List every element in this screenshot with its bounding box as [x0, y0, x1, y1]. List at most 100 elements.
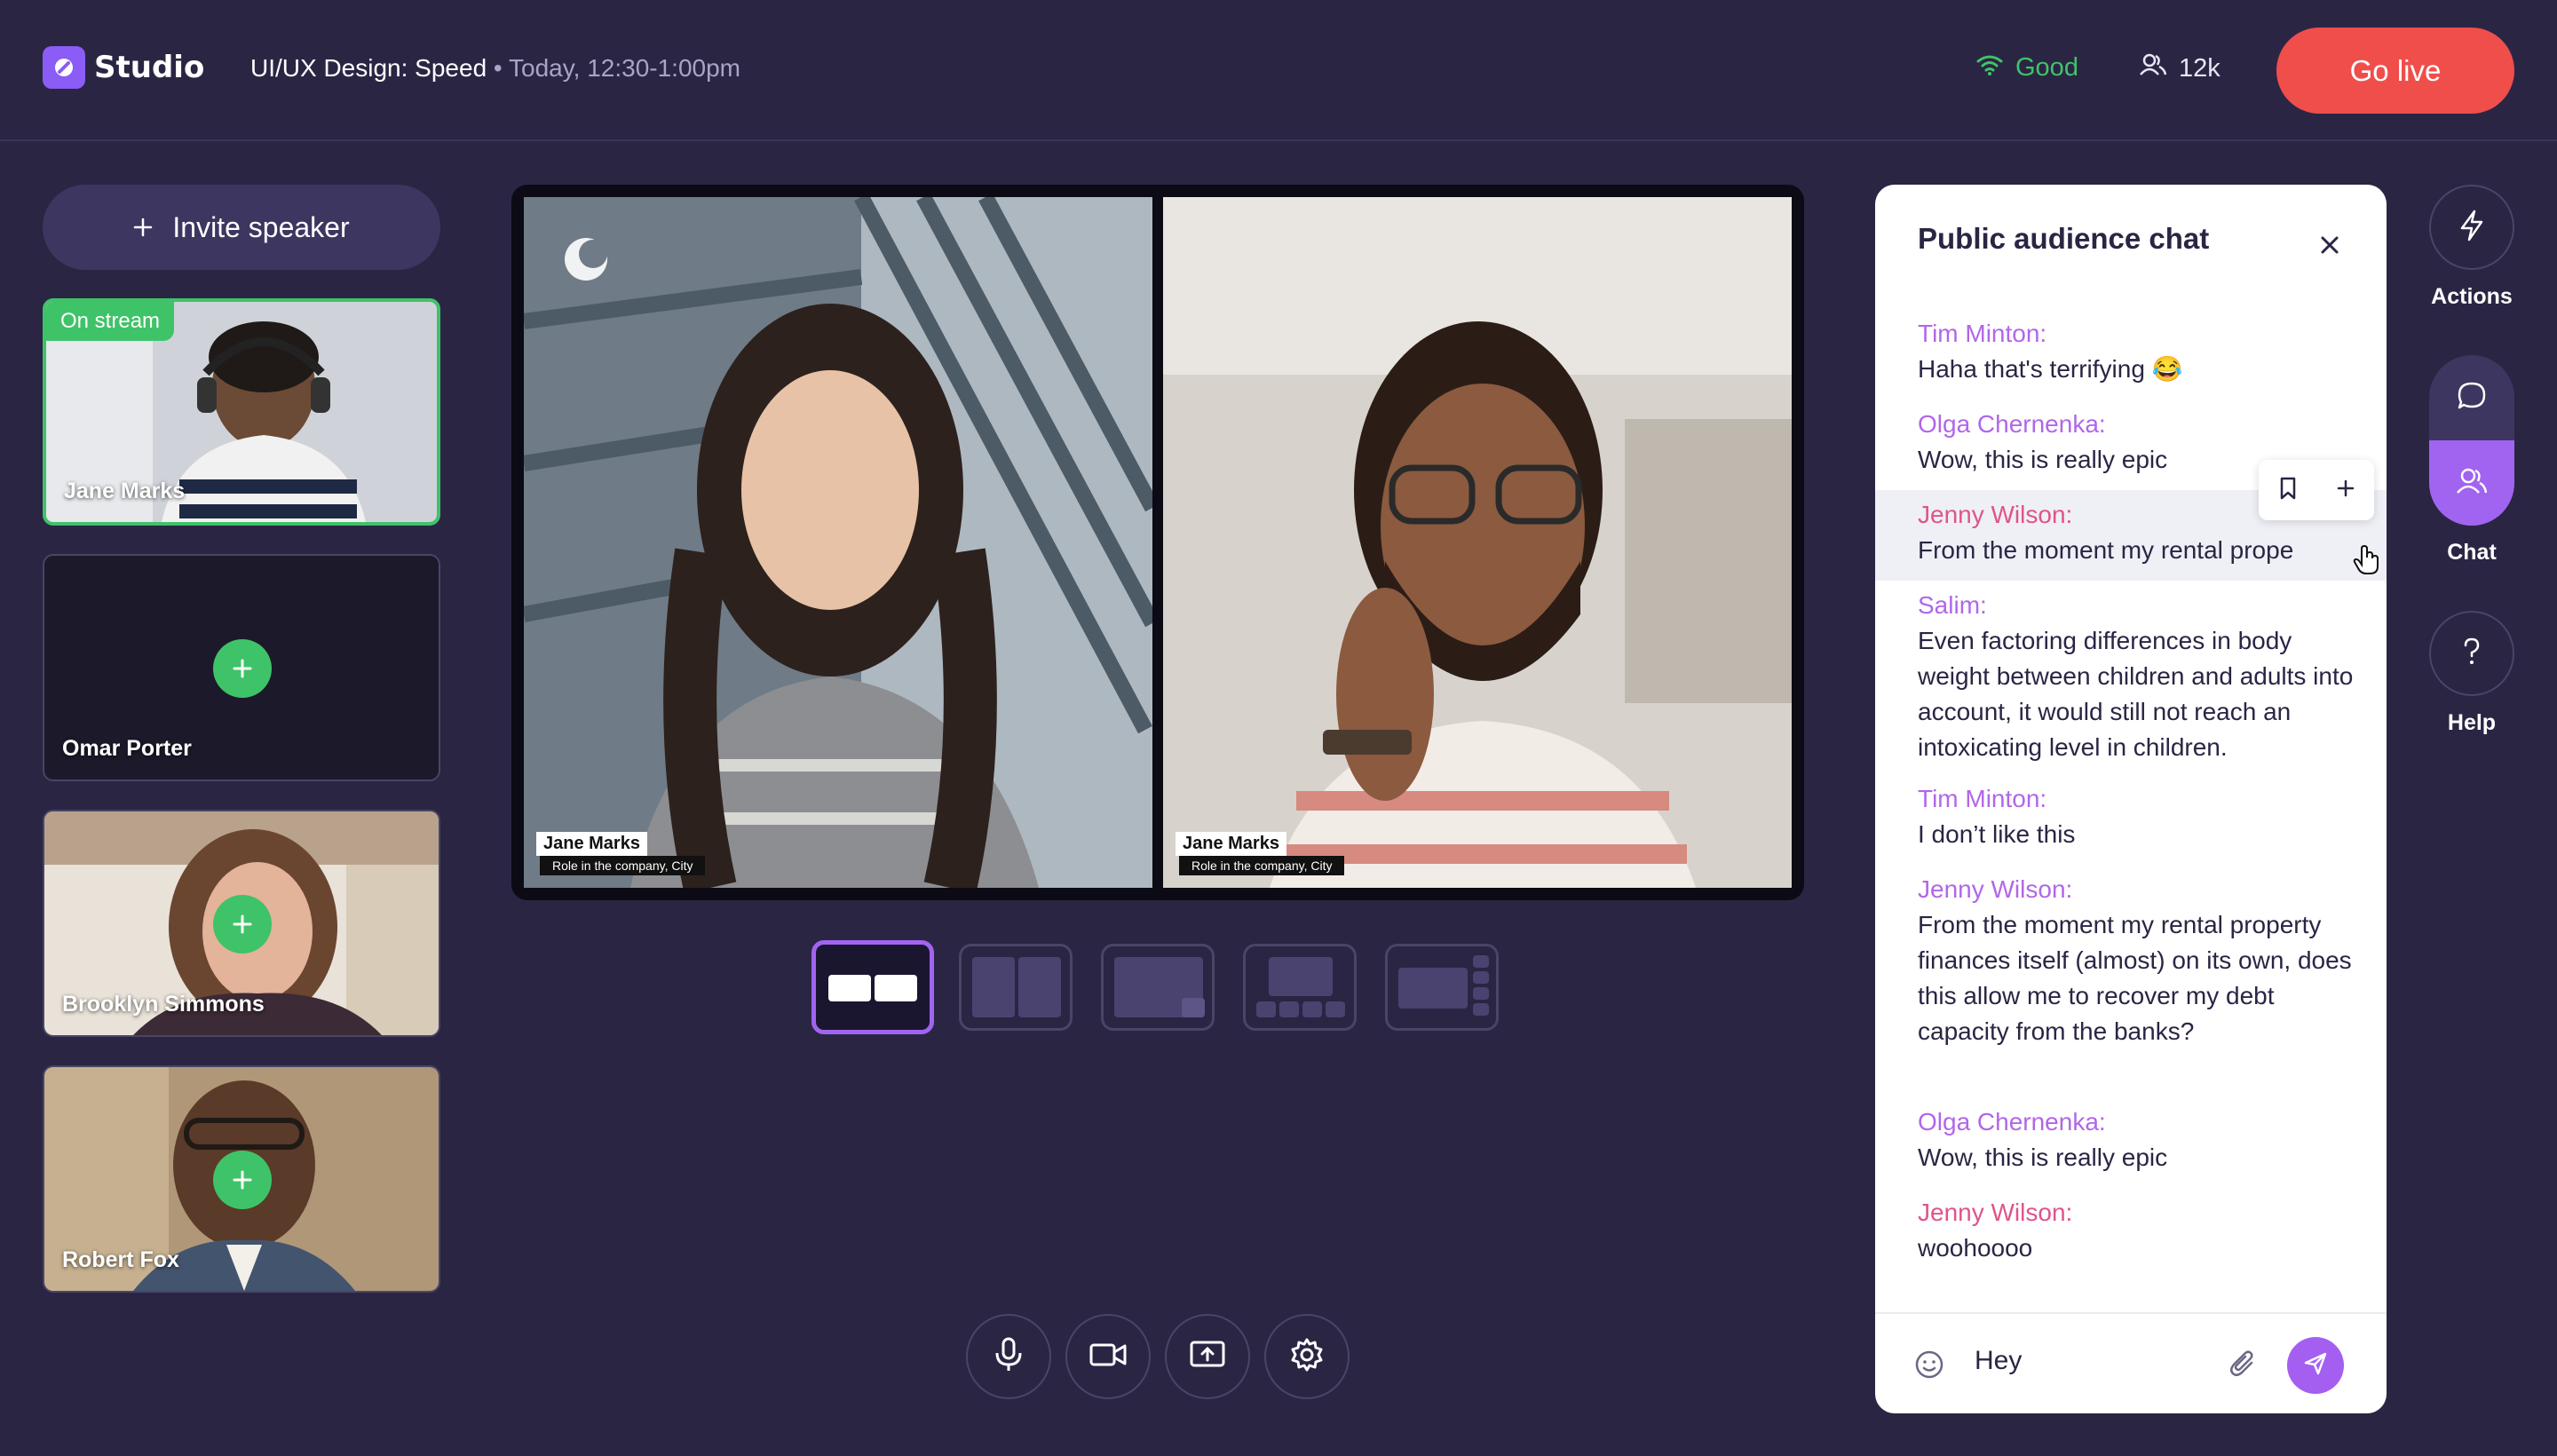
go-live-button[interactable]: Go live [2276, 28, 2514, 114]
message-text: From the moment my rental prope [1918, 536, 2294, 564]
layout-option-main-with-sidebar[interactable] [1385, 944, 1499, 1031]
microphone-icon [994, 1337, 1024, 1377]
chat-panel: Public audience chat Tim Minton: Haha th… [1875, 185, 2387, 1413]
chat-title: Public audience chat [1918, 222, 2210, 255]
message-text: Haha that's terrifying 😂 [1918, 355, 2183, 383]
send-icon [2303, 1351, 2328, 1381]
stage-tile-left: Jane Marks Role in the company, City [524, 197, 1152, 888]
message-author: Jenny Wilson: [1918, 1199, 2073, 1226]
speaker-name: Robert Fox [62, 1247, 179, 1272]
gear-icon [1289, 1337, 1325, 1377]
users-icon [2140, 53, 2167, 83]
layout-preview-block [972, 957, 1015, 1017]
speaker-card-omar-porter[interactable]: Omar Porter [43, 554, 440, 781]
share-screen-button[interactable] [1165, 1314, 1250, 1399]
add-to-stage-button[interactable] [213, 895, 272, 954]
chat-bubble-icon [2457, 381, 2487, 415]
message-text: I don’t like this [1918, 820, 2076, 848]
message-author: Olga Chernenka: [1918, 1108, 2106, 1136]
chat-message: Olga Chernenka: Wow, this is really epic [1918, 1104, 2362, 1175]
speaker-card-brooklyn-simmons[interactable]: Brooklyn Simmons [43, 810, 440, 1037]
viewer-count: 12k [2140, 53, 2221, 83]
chat-toggle-group [2429, 355, 2514, 526]
layout-preview-block [1473, 955, 1489, 968]
plus-icon[interactable] [2336, 479, 2355, 502]
help-button[interactable] [2429, 611, 2514, 696]
message-author: Tim Minton: [1918, 785, 2047, 812]
close-chat-button[interactable] [2312, 227, 2347, 263]
message-text: woohoooo [1918, 1234, 2033, 1262]
viewer-count-value: 12k [2179, 53, 2221, 83]
lower-third: Jane Marks Role in the company, City [536, 832, 706, 875]
layout-option-two-equal[interactable] [811, 940, 934, 1034]
layout-preview-block [1018, 957, 1061, 1017]
top-bar: Studio UI/UX Design: Speed • Today, 12:3… [0, 0, 2557, 141]
message-text: Even factoring differences in body weigh… [1918, 627, 2354, 761]
layout-option-main-with-strip[interactable] [1243, 944, 1357, 1031]
wifi-icon [1976, 53, 2003, 83]
question-mark-icon [2460, 637, 2483, 671]
layout-preview-block [1326, 1001, 1345, 1017]
layout-preview-block [1302, 1001, 1322, 1017]
layout-preview-block [1398, 968, 1468, 1009]
emoji-icon[interactable] [1914, 1349, 1944, 1384]
lower-third-name: Jane Marks [1176, 832, 1286, 856]
message-text: Wow, this is really epic [1918, 1143, 2168, 1171]
layout-option-split-tall[interactable] [959, 944, 1073, 1031]
speaker-card-robert-fox[interactable]: Robert Fox [43, 1065, 440, 1293]
speaker-name: Omar Porter [62, 736, 192, 761]
add-to-stage-button[interactable] [213, 1151, 272, 1209]
chat-message: Salim: Even factoring differences in bod… [1918, 588, 2362, 765]
session-name: UI/UX Design: Speed [250, 54, 487, 82]
layout-preview-block [1473, 1003, 1489, 1016]
session-title: UI/UX Design: Speed • Today, 12:30-1:00p… [250, 54, 740, 83]
close-icon [2312, 236, 2347, 266]
chat-message: Tim Minton: I don’t like this [1918, 781, 2362, 852]
layout-preview-block [875, 975, 917, 1001]
lower-third-role: Role in the company, City [1179, 856, 1345, 875]
connection-status: Good [1976, 53, 2078, 83]
invite-speaker-button[interactable]: Invite speaker [43, 185, 440, 270]
stage-video-feed [1163, 197, 1792, 888]
invite-speaker-label: Invite speaker [172, 210, 350, 243]
bookmark-icon[interactable] [2278, 477, 2298, 504]
send-message-button[interactable] [2287, 1337, 2344, 1394]
camera-button[interactable] [1065, 1314, 1151, 1399]
layout-option-main-with-pip[interactable] [1101, 944, 1215, 1031]
message-actions [2259, 460, 2374, 520]
add-to-stage-button[interactable] [213, 639, 272, 698]
stage-video-feed [524, 197, 1152, 888]
actions-button[interactable] [2429, 185, 2514, 270]
chat-message: Jenny Wilson: From the moment my rental … [1918, 872, 2362, 1049]
chat-message-input[interactable] [1975, 1346, 2205, 1376]
message-author: Jenny Wilson: [1918, 875, 2073, 903]
speaker-name: Brooklyn Simmons [62, 992, 265, 1017]
lightning-icon [2458, 210, 2485, 246]
layout-preview-block [1473, 971, 1489, 984]
chat-message: Tim Minton: Haha that's terrifying 😂 [1918, 316, 2362, 387]
app-name: Studio [94, 50, 205, 85]
lower-third-name: Jane Marks [536, 832, 647, 856]
attachment-icon[interactable] [2228, 1349, 2259, 1384]
audience-chat-button[interactable] [2429, 440, 2514, 526]
speaker-card-jane-marks[interactable]: On stream Jane Marks [43, 298, 440, 526]
microphone-button[interactable] [966, 1314, 1051, 1399]
help-label: Help [2447, 710, 2497, 735]
stage-preview: Jane Marks Role in the company, City Jan… [511, 185, 1804, 900]
settings-button[interactable] [1264, 1314, 1350, 1399]
session-time: • Today, 12:30-1:00pm [487, 54, 740, 82]
chat-composer [1875, 1312, 2387, 1413]
on-stream-badge: On stream [46, 302, 175, 341]
layout-preview-block [1269, 957, 1333, 996]
users-icon [2457, 468, 2488, 499]
layout-preview-block [828, 975, 871, 1001]
chat-message: Jenny Wilson: woohoooo [1918, 1195, 2362, 1266]
layout-preview-block [1182, 998, 1205, 1017]
layout-preview-block [1256, 1001, 1276, 1017]
message-author: Salim: [1918, 591, 1987, 619]
studio-logo-icon [43, 46, 85, 89]
speaker-name: Jane Marks [64, 479, 186, 503]
share-screen-icon [1190, 1340, 1225, 1374]
chat-bubble-button[interactable] [2429, 355, 2514, 440]
connection-label: Good [2015, 53, 2078, 82]
